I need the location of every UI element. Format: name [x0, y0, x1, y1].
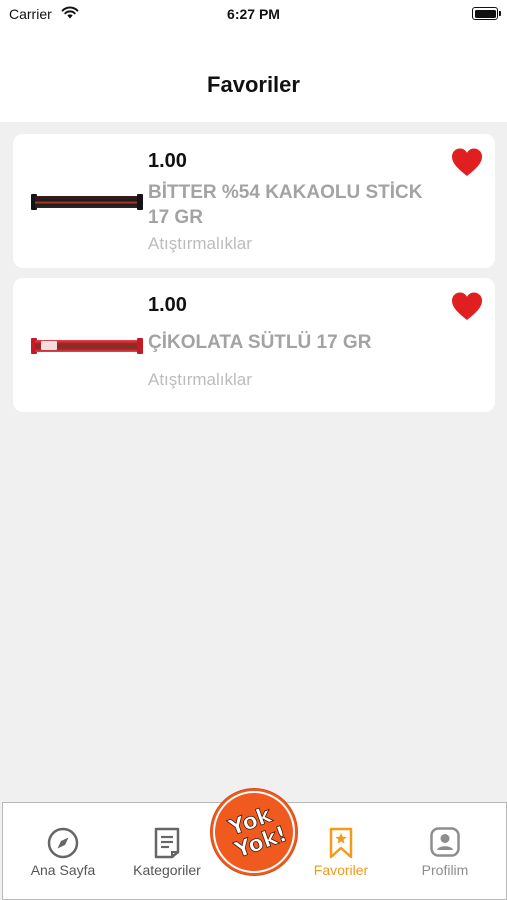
tab-label: Favoriler [313, 862, 369, 878]
product-price: 1.00 [148, 150, 187, 172]
battery-icon [472, 7, 501, 20]
profile-icon [430, 827, 460, 857]
favorites-list: 1.00 BİTTER %54 KAKAOLU STİCK 17 GR Atış… [13, 134, 495, 422]
heart-icon[interactable] [451, 291, 483, 321]
compass-icon [47, 827, 79, 859]
document-icon [154, 827, 180, 859]
yokyok-logo-button[interactable]: Yok Yok! [211, 789, 297, 875]
product-image [31, 189, 143, 213]
product-image [31, 333, 143, 357]
favorite-card[interactable]: 1.00 BİTTER %54 KAKAOLU STİCK 17 GR Atış… [13, 134, 495, 268]
tab-kategoriler[interactable]: Kategoriler [117, 803, 217, 899]
tab-profilim[interactable]: Profilim [395, 803, 495, 899]
tab-label: Profilim [421, 862, 469, 878]
product-price: 1.00 [148, 294, 187, 316]
page-title: Favoriler [207, 72, 300, 97]
product-name: ÇİKOLATA SÜTLÜ 17 GR [148, 332, 372, 353]
favorite-card[interactable]: 1.00 ÇİKOLATA SÜTLÜ 17 GR Atıştırmalıkla… [13, 278, 495, 412]
product-category: Atıştırmalıklar [148, 370, 252, 389]
product-category: Atıştırmalıklar [148, 234, 252, 253]
tab-label: Kategoriler [133, 862, 201, 878]
product-name: BİTTER %54 KAKAOLU STİCK 17 GR [148, 182, 423, 228]
yokyok-logo: Yok Yok! [213, 791, 295, 873]
status-time: 6:27 PM [227, 6, 280, 22]
status-bar: Carrier 6:27 PM [0, 0, 507, 30]
bookmark-star-icon [329, 827, 353, 859]
tab-ana-sayfa[interactable]: Ana Sayfa [13, 803, 113, 899]
tab-favoriler[interactable]: Favoriler [291, 803, 391, 899]
heart-icon[interactable] [451, 147, 483, 177]
navigation-header: Favoriler [0, 30, 507, 122]
tab-label: Ana Sayfa [30, 862, 96, 878]
